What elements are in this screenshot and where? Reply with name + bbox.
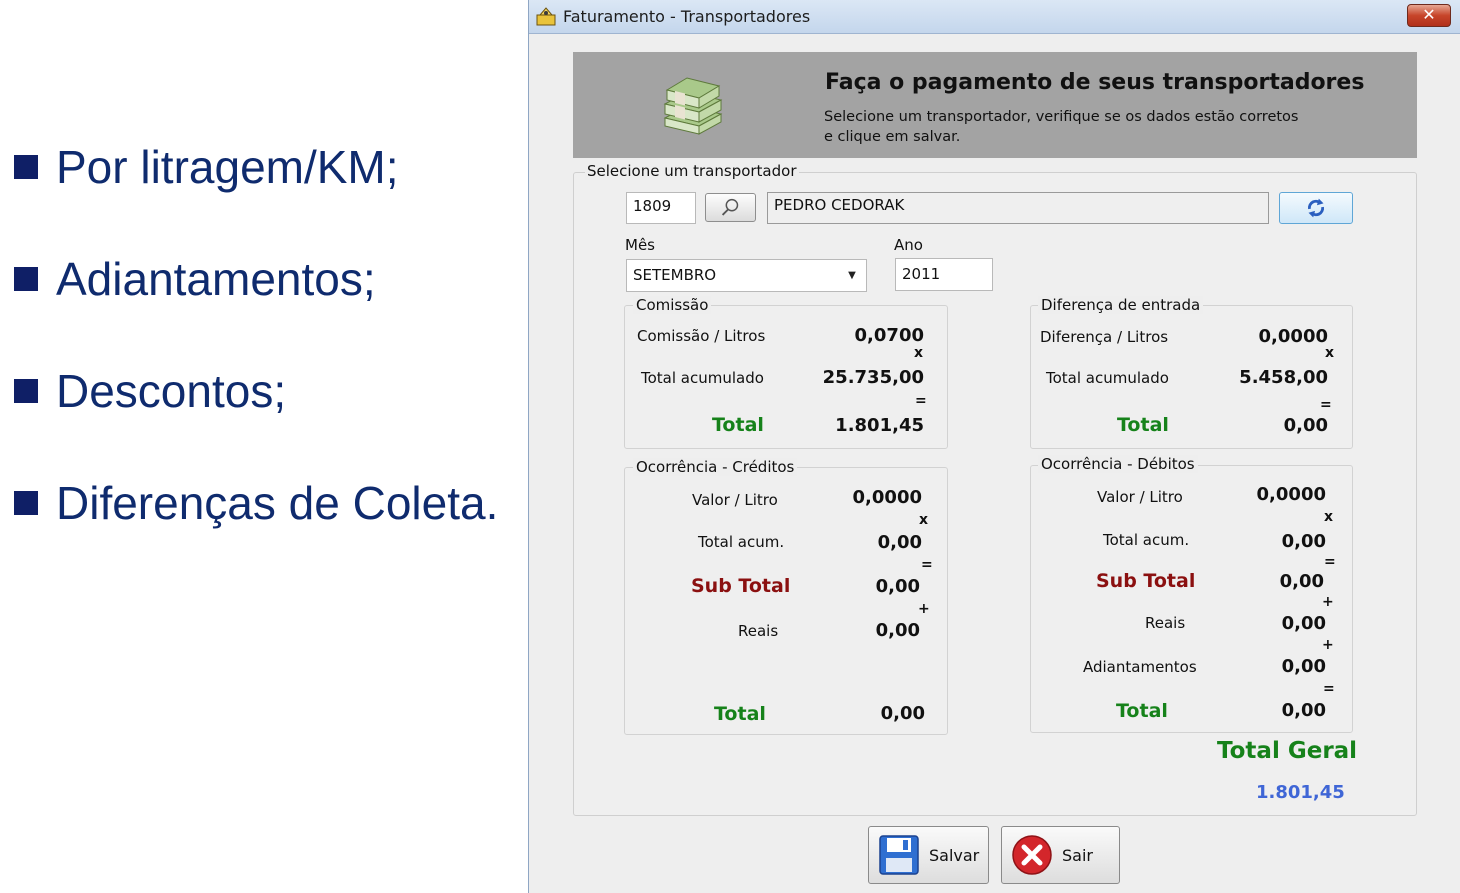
comissao-total-label: Total	[712, 414, 764, 436]
transportador-code-input[interactable]: 1809	[626, 192, 696, 224]
month-select[interactable]: SETEMBRO ▼	[626, 259, 867, 292]
comissao-acumulado-label: Total acumulado	[641, 369, 764, 387]
total-geral-label: Total Geral	[1217, 738, 1358, 764]
debitos-group	[1030, 465, 1353, 733]
diferenca-acumulado-label: Total acumulado	[1046, 369, 1169, 387]
debitos-acum-value: 0,00	[1281, 531, 1326, 552]
money-stack-icon	[663, 77, 723, 135]
window-title: Faturamento - Transportadores	[563, 7, 811, 26]
plus-operator: +	[1322, 637, 1334, 653]
comissao-acumulado-value: 25.735,00	[822, 367, 924, 388]
creditos-legend: Ocorrência - Créditos	[633, 458, 798, 476]
diferenca-total-value: 0,00	[1283, 415, 1328, 436]
creditos-total-value: 0,00	[880, 703, 925, 724]
diferenca-total-label: Total	[1117, 414, 1169, 436]
banner-subtitle: Selecione um transportador, verifique se…	[824, 107, 1344, 147]
exit-button[interactable]: Sair	[1001, 826, 1120, 884]
multiply-operator: x	[919, 512, 929, 528]
bullet-item: Descontos;	[14, 364, 286, 418]
equals-operator: =	[1320, 397, 1332, 413]
transportador-legend: Selecione um transportador	[585, 162, 799, 180]
total-geral-value: 1.801,45	[1256, 782, 1345, 803]
creditos-acum-value: 0,00	[877, 532, 922, 553]
comissao-legend: Comissão	[633, 296, 712, 314]
month-label: Mês	[625, 236, 655, 254]
bullet-text: Diferenças de Coleta.	[56, 477, 499, 529]
bullet-item: Adiantamentos;	[14, 252, 376, 306]
creditos-total-label: Total	[714, 703, 766, 725]
diferenca-acumulado-value: 5.458,00	[1239, 367, 1328, 388]
comissao-litros-value: 0,0700	[854, 325, 924, 346]
year-label: Ano	[894, 236, 923, 254]
search-icon	[721, 198, 739, 216]
floppy-disk-icon	[879, 835, 919, 875]
banner-subtitle-line: Selecione um transportador, verifique se…	[824, 109, 1299, 125]
creditos-subtotal-label: Sub Total	[691, 575, 791, 597]
bullet-text: Adiantamentos;	[56, 253, 376, 305]
equals-operator: =	[921, 557, 933, 573]
debitos-acum-label: Total acum.	[1103, 531, 1190, 549]
equals-operator: =	[1324, 554, 1336, 570]
close-circle-icon	[1012, 835, 1052, 875]
bullet-square-icon	[14, 267, 38, 291]
app-icon	[536, 7, 556, 26]
equals-operator: =	[915, 393, 927, 409]
debitos-valor-label: Valor / Litro	[1097, 488, 1183, 506]
debitos-valor-value: 0,0000	[1256, 484, 1326, 505]
slide-bullets: Por litragem/KM; Adiantamentos; Desconto…	[0, 0, 528, 893]
multiply-operator: x	[1325, 345, 1335, 361]
debitos-legend: Ocorrência - Débitos	[1038, 455, 1198, 473]
comissao-litros-label: Comissão / Litros	[637, 327, 766, 345]
chevron-down-icon[interactable]: ▼	[838, 260, 866, 291]
debitos-adiantamentos-label: Adiantamentos	[1083, 658, 1197, 676]
debitos-subtotal-label: Sub Total	[1096, 570, 1196, 592]
refresh-button[interactable]	[1279, 192, 1353, 224]
diferenca-litros-label: Diferença / Litros	[1040, 328, 1169, 346]
save-button[interactable]: Salvar	[868, 826, 989, 884]
header-banner: Faça o pagamento de seus transportadores…	[573, 52, 1417, 158]
plus-operator: +	[1322, 594, 1334, 610]
banner-title: Faça o pagamento de seus transportadores	[825, 70, 1365, 95]
save-button-label: Salvar	[929, 845, 980, 865]
creditos-reais-value: 0,00	[875, 620, 920, 641]
bullet-square-icon	[14, 379, 38, 403]
exit-button-label: Sair	[1062, 845, 1093, 865]
bullet-item: Por litragem/KM;	[14, 140, 399, 194]
debitos-total-label: Total	[1116, 700, 1168, 722]
comissao-total-value: 1.801,45	[835, 415, 924, 436]
bullet-square-icon	[14, 491, 38, 515]
multiply-operator: x	[1324, 509, 1334, 525]
bullet-square-icon	[14, 155, 38, 179]
debitos-reais-value: 0,00	[1281, 613, 1326, 634]
creditos-valor-label: Valor / Litro	[692, 491, 778, 509]
equals-operator: =	[1323, 681, 1335, 697]
creditos-reais-label: Reais	[738, 622, 779, 640]
month-select-value: SETEMBRO	[633, 266, 717, 284]
banner-subtitle-line: e clique em salvar.	[824, 129, 961, 145]
creditos-subtotal-value: 0,00	[875, 576, 920, 597]
debitos-subtotal-value: 0,00	[1279, 571, 1324, 592]
multiply-operator: x	[914, 345, 924, 361]
transportador-name-field: PEDRO CEDORAK	[767, 192, 1269, 224]
refresh-icon	[1308, 198, 1324, 218]
plus-operator: +	[918, 601, 930, 617]
debitos-adiantamentos-value: 0,00	[1281, 656, 1326, 677]
bullet-text: Descontos;	[56, 365, 287, 417]
title-bar[interactable]: Faturamento - Transportadores ✕	[529, 0, 1460, 34]
creditos-valor-value: 0,0000	[852, 487, 922, 508]
bullet-text: Por litragem/KM;	[56, 141, 399, 193]
close-button[interactable]: ✕	[1407, 4, 1451, 27]
debitos-total-value: 0,00	[1281, 700, 1326, 721]
debitos-reais-label: Reais	[1145, 614, 1186, 632]
creditos-acum-label: Total acum.	[698, 533, 785, 551]
bullet-item: Diferenças de Coleta.	[14, 476, 498, 530]
diferenca-litros-value: 0,0000	[1258, 326, 1328, 347]
diferenca-legend: Diferença de entrada	[1038, 296, 1204, 314]
search-button[interactable]	[705, 193, 756, 222]
faturamento-window: Faturamento - Transportadores ✕ Faça o p…	[528, 0, 1460, 893]
year-input[interactable]: 2011	[895, 258, 993, 291]
